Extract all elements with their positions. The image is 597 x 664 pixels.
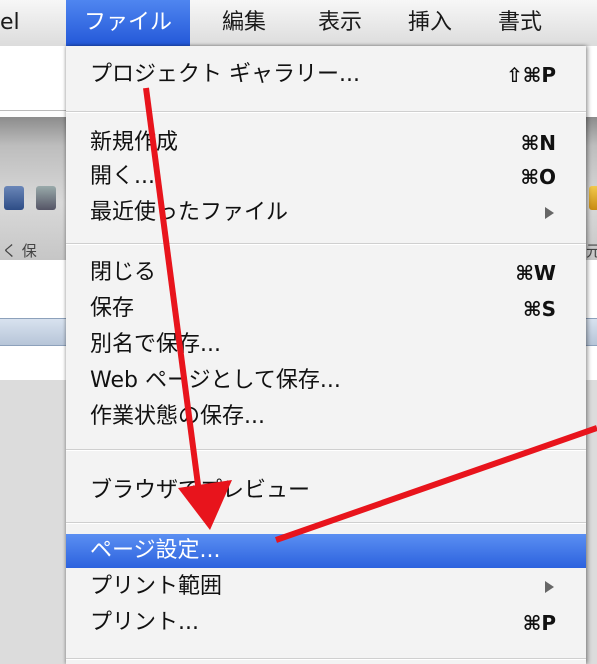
menu-item-label: 閉じる — [90, 260, 157, 285]
menu-item-label: 新規作成 — [90, 130, 179, 155]
menu-item-save-as[interactable]: 別名で保存... — [66, 328, 586, 362]
menu-item-preview-in-browser[interactable]: ブラウザでプレビュー — [66, 474, 586, 508]
menu-item-label: ブラウザでプレビュー — [90, 478, 311, 503]
menu-item-print[interactable]: プリント... ⌘P — [66, 606, 586, 640]
menu-view[interactable]: 表示 — [318, 0, 362, 46]
ruler — [586, 318, 597, 346]
toolbar-caption: 元 — [586, 242, 597, 260]
toolbar-caption: く 保 — [2, 242, 37, 260]
submenu-arrow-icon — [545, 207, 554, 219]
menu-separator — [66, 111, 586, 113]
menu-separator — [66, 449, 586, 451]
menu-separator — [66, 243, 586, 245]
menu-item-save-as-web-page[interactable]: Web ページとして保存... — [66, 364, 586, 398]
menu-item-shortcut: ⌘W — [515, 261, 556, 285]
app-menu-fragment[interactable]: el — [0, 0, 20, 46]
menu-item-save[interactable]: 保存 ⌘S — [66, 292, 586, 326]
menu-item-print-area[interactable]: プリント範囲 — [66, 570, 586, 604]
menu-format[interactable]: 書式 — [498, 0, 542, 46]
menu-item-label: 開く... — [90, 164, 155, 189]
file-menu-dropdown: プロジェクト ギャラリー... ⇧⌘P 新規作成 ⌘N 開く... ⌘O 最近使… — [66, 46, 586, 664]
toolbar-icon[interactable] — [36, 186, 56, 210]
menu-item-label: プロジェクト ギャラリー... — [90, 62, 360, 87]
menu-item-shortcut: ⇧⌘P — [506, 63, 556, 87]
menu-item-label: 作業状態の保存... — [90, 404, 265, 429]
menu-item-page-setup[interactable]: ページ設定... — [66, 534, 586, 568]
menu-item-new[interactable]: 新規作成 ⌘N — [66, 126, 586, 160]
menu-item-close[interactable]: 閉じる ⌘W — [66, 256, 586, 290]
menu-item-label: Web ページとして保存... — [90, 368, 341, 393]
menu-file[interactable]: ファイル — [66, 0, 191, 46]
menu-separator — [66, 522, 586, 524]
menu-insert[interactable]: 挿入 — [408, 0, 452, 46]
menu-item-shortcut: ⌘P — [522, 611, 556, 635]
menu-item-project-gallery[interactable]: プロジェクト ギャラリー... ⇧⌘P — [66, 58, 586, 92]
menu-item-label: ページ設定... — [90, 538, 221, 563]
menu-edit[interactable]: 編集 — [222, 0, 266, 46]
background-window-right: 元 — [586, 46, 597, 664]
toolbar-icon[interactable] — [4, 186, 24, 210]
ruler — [0, 318, 66, 346]
menu-item-save-workspace[interactable]: 作業状態の保存... — [66, 400, 586, 434]
toolbar-icon[interactable] — [589, 186, 597, 210]
menu-separator — [66, 658, 586, 660]
menu-item-label: 最近使ったファイル — [90, 200, 289, 225]
menu-item-shortcut: ⌘O — [520, 165, 556, 189]
menu-item-shortcut: ⌘S — [523, 297, 556, 321]
menu-item-label: プリント... — [90, 610, 199, 635]
menu-item-open[interactable]: 開く... ⌘O — [66, 160, 586, 194]
menu-item-shortcut: ⌘N — [520, 131, 556, 155]
menu-item-label: プリント範囲 — [90, 574, 223, 599]
menu-item-label: 別名で保存... — [90, 332, 221, 357]
workspace-gray — [586, 380, 597, 664]
menu-bar: el ファイル 編集 表示 挿入 書式 — [0, 0, 597, 47]
menu-item-recent-files[interactable]: 最近使ったファイル — [66, 196, 586, 230]
background-window-left: a く 保 — [0, 46, 66, 664]
submenu-arrow-icon — [545, 581, 554, 593]
menu-item-label: 保存 — [90, 296, 135, 321]
workspace-gray — [0, 380, 66, 664]
